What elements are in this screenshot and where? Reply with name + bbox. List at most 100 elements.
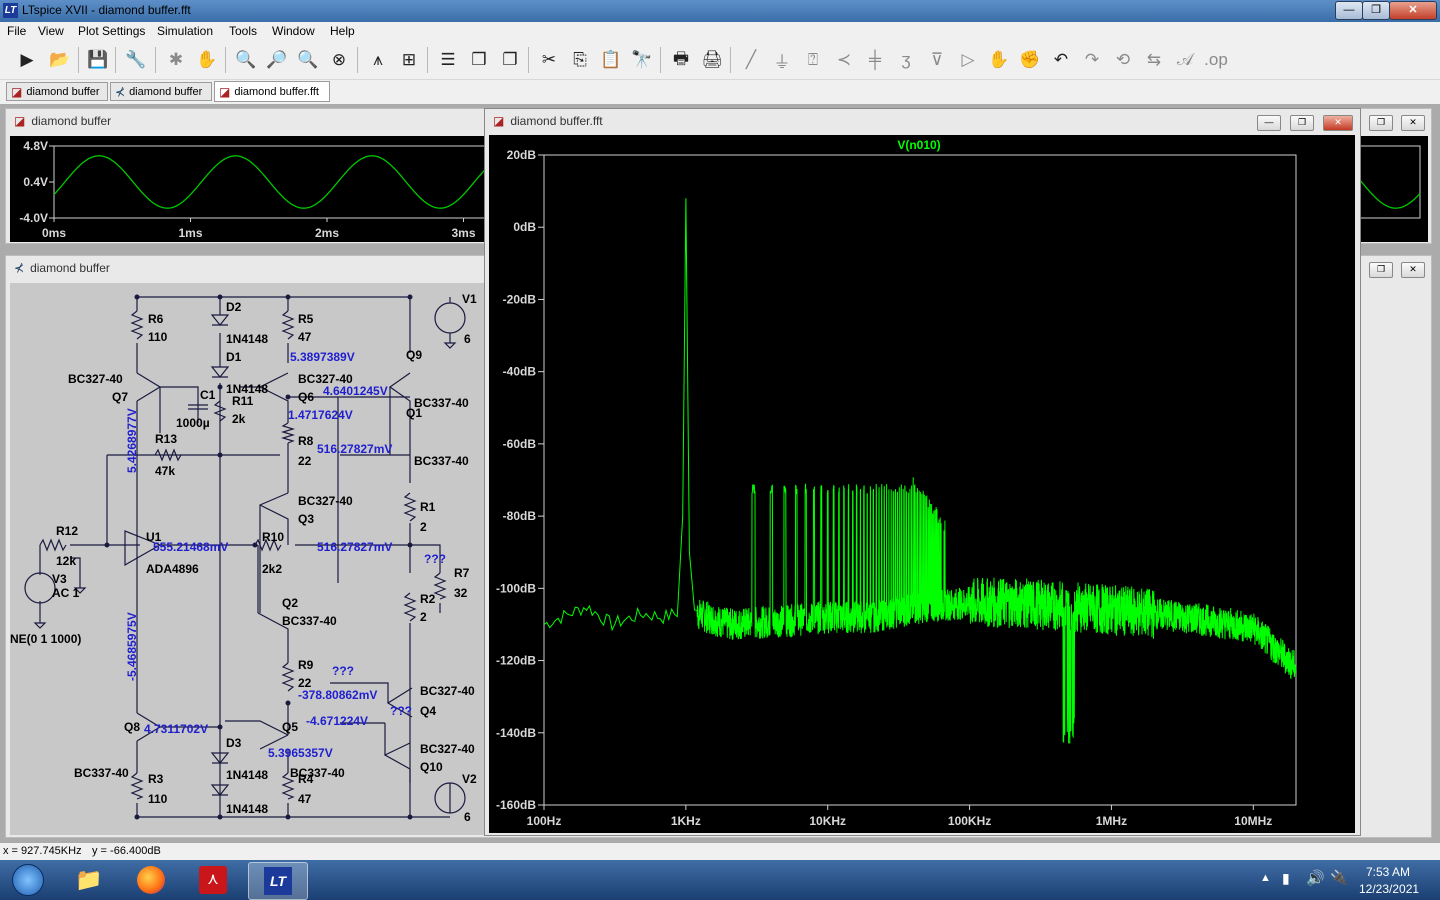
- label-q7-model: BC327-40: [68, 372, 123, 386]
- menu-view[interactable]: View: [38, 24, 64, 38]
- volume-icon[interactable]: 🔊: [1306, 869, 1325, 887]
- label-net-icon[interactable]: ⍰: [801, 49, 825, 71]
- close-button[interactable]: ✕: [1401, 115, 1425, 131]
- maximize-button[interactable]: ❐: [1362, 1, 1390, 20]
- text-icon[interactable]: 𝒜: [1173, 49, 1197, 71]
- label-r2-value: 2: [420, 610, 427, 624]
- label-r8-value: 22: [298, 454, 312, 468]
- device-icon[interactable]: 🔌: [1330, 869, 1347, 886]
- schematic-canvas[interactable]: V1 6 V2 6 V3 AC 1 NE(0 1 1000) R6 110 R5…: [10, 283, 490, 835]
- save-icon[interactable]: 💾: [86, 49, 110, 71]
- zoom-out-icon[interactable]: 🔍: [296, 49, 320, 71]
- status-bar: x = 927.745KHz y = -66.400dB: [0, 843, 1440, 860]
- rotate-icon[interactable]: ⟲: [1111, 49, 1135, 71]
- label-d3: D3: [226, 736, 242, 750]
- undo-icon[interactable]: ↶: [1049, 49, 1073, 71]
- menu-plot-settings[interactable]: Plot Settings: [78, 24, 145, 38]
- label-r9: R9: [298, 658, 314, 672]
- menu-tools[interactable]: Tools: [229, 24, 257, 38]
- tab-waveform[interactable]: ◪ diamond buffer: [6, 82, 108, 101]
- trace-label[interactable]: V(n010): [897, 138, 940, 152]
- zoom-area-icon[interactable]: 🔎: [265, 49, 289, 71]
- fft-plot[interactable]: V(n010) 20dB 0dB -20dB -40dB -60dB -80dB -100d…: [489, 135, 1355, 833]
- label-q6: Q6: [298, 390, 314, 404]
- cursor-x-readout: x = 927.745KHz: [3, 845, 82, 857]
- cursor-y-readout: y = -66.400dB: [92, 845, 161, 857]
- control-panel-icon[interactable]: 🔧: [124, 49, 148, 71]
- find-icon[interactable]: 🔭: [630, 49, 654, 71]
- menu-bar: File View Plot Settings Simulation Tools…: [0, 22, 1440, 41]
- pan-hand-icon[interactable]: ✋: [195, 49, 219, 71]
- y-tick-label: -120dB: [496, 654, 536, 668]
- inductor-icon[interactable]: ʒ: [894, 49, 918, 71]
- minimize-button[interactable]: —: [1257, 115, 1281, 131]
- label-r2: R2: [420, 592, 436, 606]
- label-r1-value: 2: [420, 520, 427, 534]
- acrobat-icon[interactable]: ⋏: [186, 862, 240, 898]
- x-tick-label: 100Hz: [527, 814, 562, 828]
- print-setup-icon[interactable]: 🖨: [700, 49, 724, 71]
- close-button[interactable]: ✕: [1323, 115, 1353, 131]
- label-r6-value: 110: [148, 330, 168, 344]
- mirror-icon[interactable]: ⇆: [1142, 49, 1166, 71]
- x-tick-label: 2ms: [315, 226, 339, 240]
- wire-icon[interactable]: ╱: [739, 49, 763, 71]
- label-c1: C1: [200, 388, 216, 402]
- capacitor-icon[interactable]: ╪: [863, 49, 887, 71]
- zoom-in-icon[interactable]: 🔍: [234, 49, 258, 71]
- close-button[interactable]: ✕: [1401, 262, 1425, 278]
- move-hand-icon[interactable]: ✋: [987, 49, 1011, 71]
- restore-button[interactable]: ❐: [1369, 262, 1393, 278]
- copy-icon[interactable]: ⎘: [568, 49, 592, 71]
- zoom-fit-icon[interactable]: ⊗: [327, 49, 351, 71]
- menu-file[interactable]: File: [7, 24, 26, 38]
- clock-date[interactable]: 12/23/2021: [1359, 882, 1419, 896]
- label-r6: R6: [148, 312, 164, 326]
- cut-icon[interactable]: ✂: [537, 49, 561, 71]
- drag-hand-icon[interactable]: ✊: [1018, 49, 1042, 71]
- plot-pane-icon[interactable]: ⊞: [397, 49, 421, 71]
- network-icon[interactable]: ▮: [1282, 870, 1290, 887]
- menu-window[interactable]: Window: [272, 24, 315, 38]
- restore-button[interactable]: ❐: [1290, 115, 1314, 131]
- autorange-icon[interactable]: ⩚: [366, 49, 390, 71]
- cascade-icon[interactable]: ❒: [467, 49, 491, 71]
- label-q4-model: BC327-40: [420, 684, 475, 698]
- menu-simulation[interactable]: Simulation: [157, 24, 213, 38]
- paste-icon[interactable]: 📋: [599, 49, 623, 71]
- open-folder-icon[interactable]: 📂: [48, 49, 72, 71]
- label-q8: Q8: [124, 720, 140, 734]
- diode-icon[interactable]: ⊽: [925, 49, 949, 71]
- print-icon[interactable]: 🖶: [669, 49, 693, 71]
- ltspice-taskbar-icon[interactable]: LT: [248, 862, 308, 900]
- tab-fft[interactable]: ◪ diamond buffer.fft: [214, 81, 330, 102]
- y-tick-label: -60dB: [503, 437, 537, 451]
- show-hidden-icons[interactable]: ▲: [1260, 872, 1271, 884]
- label-q9: Q9: [406, 348, 422, 362]
- run-icon[interactable]: ▶: [15, 49, 39, 71]
- ground-icon[interactable]: ⏚: [770, 49, 794, 72]
- tab-schematic[interactable]: ⊀ diamond buffer: [110, 82, 212, 101]
- title-bar: LT LTspice XVII - diamond buffer.fft — ❐…: [0, 0, 1440, 22]
- clock-time[interactable]: 7:53 AM: [1366, 865, 1410, 879]
- start-button[interactable]: [0, 862, 56, 898]
- halt-icon[interactable]: ✱: [164, 49, 188, 71]
- tile-horizontal-icon[interactable]: ☰: [436, 49, 460, 71]
- node-voltage: 5.3897389V: [290, 350, 355, 364]
- firefox-icon[interactable]: [124, 862, 178, 898]
- fft-plot-window[interactable]: ◪ diamond buffer.fft — ❐ ✕ V(n010) 20dB 0d…: [484, 108, 1361, 836]
- redo-icon[interactable]: ↷: [1080, 49, 1104, 71]
- minimize-button[interactable]: —: [1335, 1, 1363, 20]
- spice-directive-icon[interactable]: .op: [1204, 49, 1228, 71]
- y-tick-label: -40dB: [503, 365, 537, 379]
- label-r3-value: 110: [148, 792, 168, 806]
- file-explorer-icon[interactable]: 📁: [62, 862, 116, 898]
- node-voltage: 4.6401245V: [323, 384, 388, 398]
- node-voltage: ???: [424, 552, 446, 566]
- component-icon[interactable]: ▷: [956, 49, 980, 71]
- restore-button[interactable]: ❐: [1369, 115, 1393, 131]
- resistor-icon[interactable]: ≺: [832, 49, 856, 71]
- menu-help[interactable]: Help: [330, 24, 355, 38]
- tile-vertical-icon[interactable]: ❐: [498, 49, 522, 71]
- close-button[interactable]: ✕: [1389, 1, 1437, 20]
